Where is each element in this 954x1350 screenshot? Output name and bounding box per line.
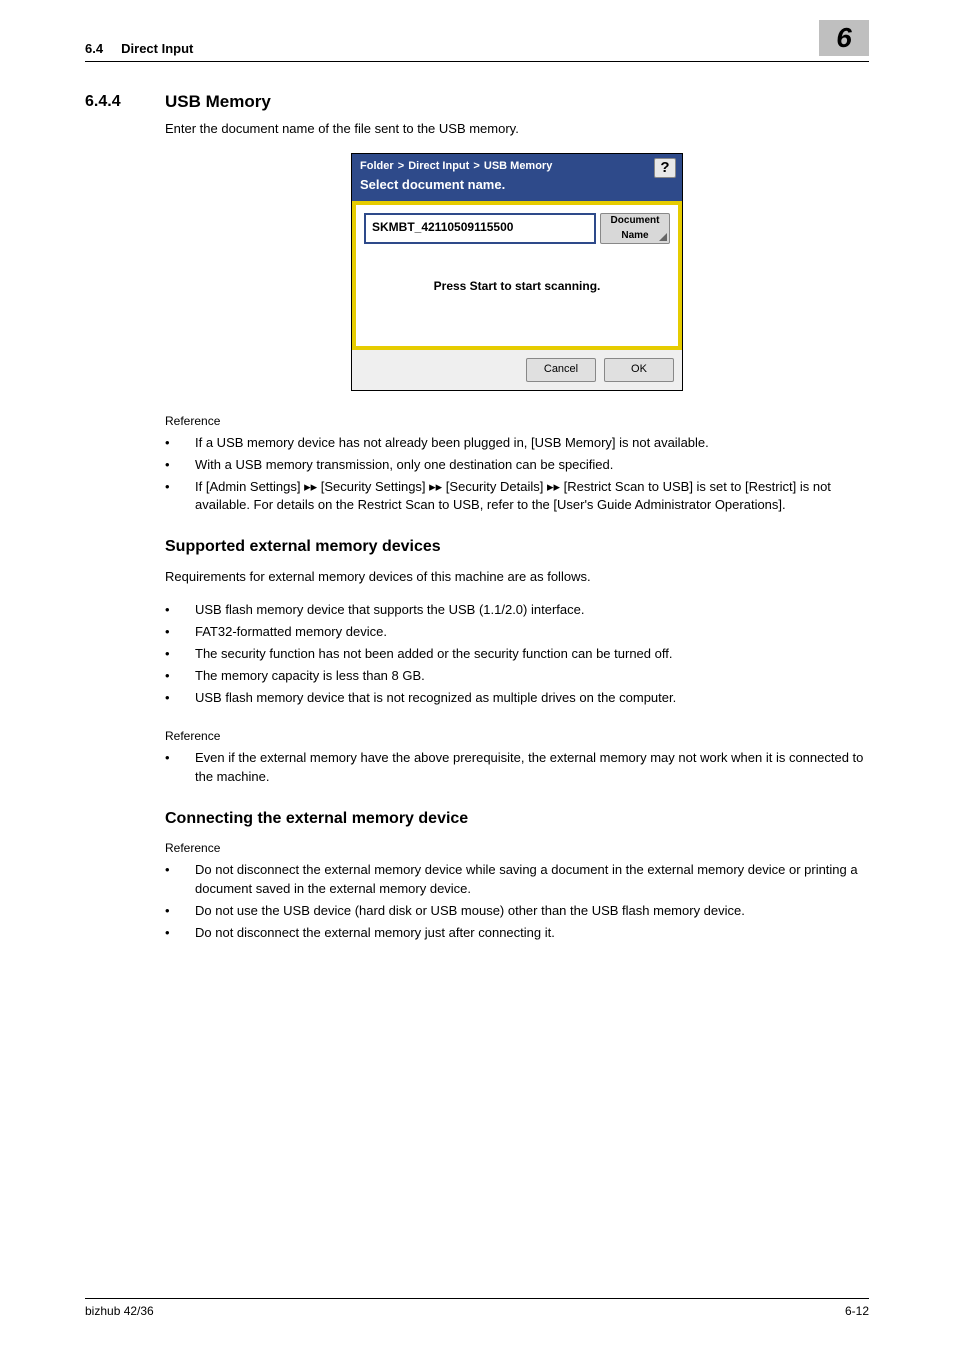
screenshot-subtitle: Select document name. bbox=[360, 176, 674, 195]
supported-list: USB flash memory device that supports th… bbox=[165, 601, 869, 707]
document-name-value: SKMBT_42110509115500 bbox=[372, 220, 513, 234]
list-item: Do not disconnect the external memory ju… bbox=[165, 924, 869, 943]
document-name-field[interactable]: SKMBT_42110509115500 bbox=[364, 213, 596, 244]
section-lead: Enter the document name of the file sent… bbox=[165, 120, 869, 139]
section-title: USB Memory bbox=[165, 90, 271, 115]
reference-list-1: If a USB memory device has not already b… bbox=[165, 434, 869, 515]
docname-btn-line2: Name bbox=[621, 229, 648, 244]
supported-heading: Supported external memory devices bbox=[165, 535, 869, 558]
expand-icon bbox=[659, 233, 667, 241]
supported-ref-list: Even if the external memory have the abo… bbox=[165, 749, 869, 787]
ok-button[interactable]: OK bbox=[604, 358, 674, 382]
cancel-button[interactable]: Cancel bbox=[526, 358, 596, 382]
header-section-num: 6.4 bbox=[85, 41, 103, 56]
help-button[interactable]: ? bbox=[654, 158, 676, 178]
connecting-list: Do not disconnect the external memory de… bbox=[165, 861, 869, 942]
page-header: 6.4 Direct Input bbox=[85, 40, 869, 62]
list-item: If a USB memory device has not already b… bbox=[165, 434, 869, 453]
device-screenshot: Folder > Direct Input > USB Memory Selec… bbox=[351, 153, 683, 390]
list-item: With a USB memory transmission, only one… bbox=[165, 456, 869, 475]
footer-left: bizhub 42/36 bbox=[85, 1303, 154, 1320]
list-item: USB flash memory device that is not reco… bbox=[165, 689, 869, 708]
breadcrumb-c: USB Memory bbox=[484, 160, 552, 172]
section-heading: 6.4.4 USB Memory bbox=[85, 90, 869, 115]
list-item: Even if the external memory have the abo… bbox=[165, 749, 869, 787]
breadcrumb: Folder > Direct Input > USB Memory bbox=[360, 159, 674, 175]
reference-label: Reference bbox=[165, 840, 869, 857]
screenshot-footer: Cancel OK bbox=[352, 346, 682, 390]
list-item: If [Admin Settings] ▸▸ [Security Setting… bbox=[165, 478, 869, 516]
list-item: The security function has not been added… bbox=[165, 645, 869, 664]
breadcrumb-a: Folder bbox=[360, 160, 394, 172]
press-start-message: Press Start to start scanning. bbox=[364, 278, 670, 295]
ok-label: OK bbox=[631, 362, 647, 378]
reference-label: Reference bbox=[165, 413, 869, 430]
breadcrumb-sep: > bbox=[398, 160, 404, 172]
screenshot-titlebar: Folder > Direct Input > USB Memory Selec… bbox=[352, 154, 682, 201]
list-item: Do not disconnect the external memory de… bbox=[165, 861, 869, 899]
supported-lead: Requirements for external memory devices… bbox=[165, 568, 869, 587]
cancel-label: Cancel bbox=[544, 362, 578, 378]
reference-label: Reference bbox=[165, 728, 869, 745]
document-name-button[interactable]: Document Name bbox=[600, 213, 670, 244]
section-number: 6.4.4 bbox=[85, 90, 145, 115]
help-icon: ? bbox=[660, 157, 669, 179]
list-item: Do not use the USB device (hard disk or … bbox=[165, 902, 869, 921]
chapter-number: 6 bbox=[836, 18, 852, 59]
docname-btn-line1: Document bbox=[611, 214, 660, 229]
chapter-tab: 6 bbox=[819, 20, 869, 56]
list-item: The memory capacity is less than 8 GB. bbox=[165, 667, 869, 686]
header-left: 6.4 Direct Input bbox=[85, 40, 193, 59]
header-section-title: Direct Input bbox=[121, 41, 193, 56]
screenshot-body: SKMBT_42110509115500 Document Name Press… bbox=[352, 201, 682, 345]
connecting-heading: Connecting the external memory device bbox=[165, 807, 869, 830]
list-item: USB flash memory device that supports th… bbox=[165, 601, 869, 620]
breadcrumb-sep: > bbox=[473, 160, 479, 172]
footer-right: 6-12 bbox=[845, 1303, 869, 1320]
breadcrumb-b: Direct Input bbox=[408, 160, 469, 172]
page-footer: bizhub 42/36 6-12 bbox=[85, 1298, 869, 1320]
list-item: FAT32-formatted memory device. bbox=[165, 623, 869, 642]
